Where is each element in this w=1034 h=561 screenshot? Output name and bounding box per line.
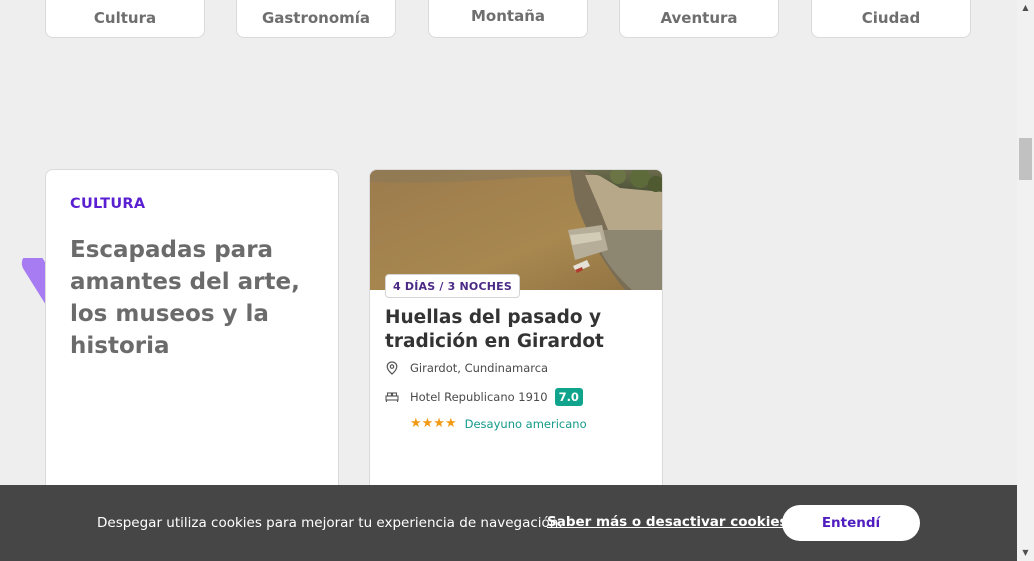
meal-plan: Desayuno americano: [464, 416, 587, 431]
scroll-down-arrow-icon[interactable]: ▼: [1017, 545, 1034, 559]
category-label: Cultura: [93, 9, 157, 27]
scroll-up-arrow-icon[interactable]: ▲: [1017, 0, 1034, 14]
location-row: Girardot, Cundinamarca: [385, 361, 548, 375]
location-text: Girardot, Cundinamarca: [410, 361, 549, 375]
category-label: Ciudad: [861, 9, 921, 27]
category-label: Montaña: [470, 7, 545, 25]
duration-badge: 4 DÍAS / 3 NOCHES: [385, 274, 520, 298]
cookie-banner: Despegar utiliza cookies para mejorar tu…: [0, 485, 1017, 561]
star-rating-icons: ★★★★: [410, 416, 457, 431]
rating-badge: 7.0: [554, 388, 583, 406]
accept-cookies-button[interactable]: Entendí: [782, 505, 920, 541]
cookie-settings-link[interactable]: Saber más o desactivar cookies.: [547, 514, 793, 530]
scroll-thumb[interactable]: [1019, 138, 1032, 180]
intro-eyebrow: CULTURA: [70, 196, 146, 212]
category-pill-montana[interactable]: Montaña: [428, 0, 588, 38]
location-pin-icon: [385, 361, 399, 375]
category-pill-gastronomia[interactable]: Gastronomía: [236, 0, 396, 38]
decorative-shape: [10, 258, 46, 338]
category-pill-cultura[interactable]: Cultura: [45, 0, 205, 38]
hotel-row: Hotel Republicano 1910 7.0: [385, 388, 583, 406]
intro-title: Escapadas para amantes del arte, los mus…: [70, 237, 300, 359]
category-label: Gastronomía: [261, 9, 371, 27]
trip-photo: [370, 170, 662, 290]
category-intro-card: CULTURA Escapadas para amantes del arte,…: [45, 169, 339, 509]
bed-icon: [385, 390, 399, 404]
hotel-details-row: ★★★★ Desayuno americano: [410, 416, 587, 431]
trip-title[interactable]: Huellas del pasado y tradición en Girard…: [385, 306, 655, 354]
hotel-name: Hotel Republicano 1910: [410, 390, 548, 404]
category-pill-aventura[interactable]: Aventura: [619, 0, 779, 38]
trip-card[interactable]: 4 DÍAS / 3 NOCHES Huellas del pasado y t…: [369, 169, 663, 509]
category-pill-ciudad[interactable]: Ciudad: [811, 0, 971, 38]
cookie-message: Despegar utiliza cookies para mejorar tu…: [97, 515, 563, 531]
page-scrollbar[interactable]: ▲ ▼: [1017, 0, 1034, 561]
category-label: Aventura: [660, 9, 738, 27]
